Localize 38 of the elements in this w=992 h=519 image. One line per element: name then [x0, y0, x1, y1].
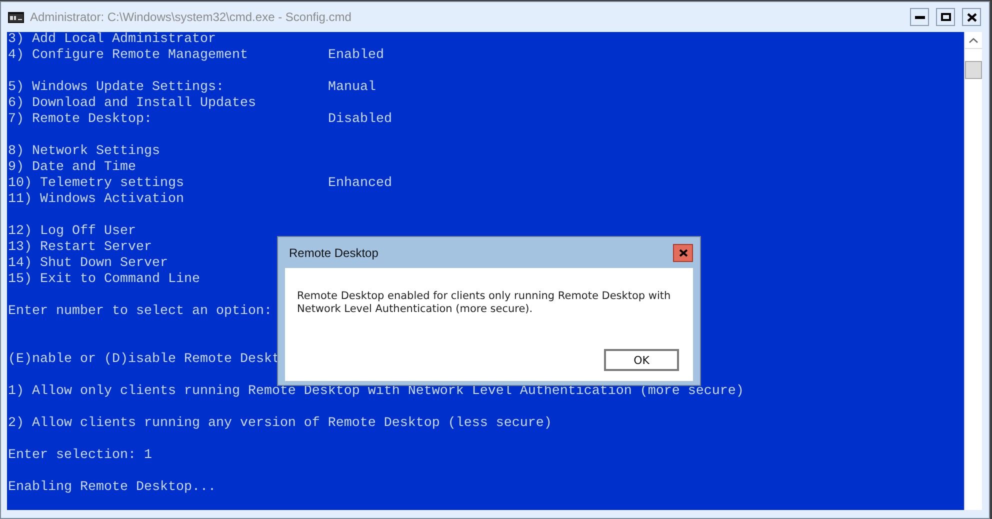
close-icon [966, 12, 976, 22]
console-line: 5) Windows Update Settings: [8, 80, 225, 96]
console-line: 10) Telemetry settings [8, 176, 185, 192]
console-line: (E)nable or (D)isable Remote Deskt [8, 352, 280, 368]
console-line: Enabling Remote Desktop... [8, 480, 216, 496]
window-title: Administrator: C:\Windows\system32\cmd.exe - Sconfig.cmd [30, 10, 352, 24]
maximize-button[interactable] [936, 8, 955, 26]
close-icon [678, 249, 688, 257]
minimize-icon [914, 16, 924, 18]
console-line: 3) Add Local Administrator [8, 32, 216, 48]
setting-value: Manual [328, 80, 376, 96]
console-line: 7) Remote Desktop: [8, 112, 153, 128]
console-line: 9) Date and Time [8, 160, 136, 176]
console-line: 15) Exit to Command Line [8, 272, 200, 288]
dialog-title: Remote Desktop [289, 246, 378, 260]
console-line: 8) Network Settings [8, 144, 160, 160]
console-line: 14) Shut Down Server [8, 256, 168, 272]
close-button[interactable] [673, 244, 693, 262]
maximize-icon [940, 13, 950, 21]
scroll-up-icon[interactable] [969, 38, 978, 42]
ok-button[interactable]: OK [604, 349, 679, 371]
console-line: 12) Log Off User [8, 224, 136, 240]
console-line: 11) Windows Activation [8, 192, 184, 208]
console-line: Enter number to select an option: [8, 304, 272, 320]
console-line: 2) Allow clients running any version of Remote Desktop (less secure) [8, 416, 552, 432]
setting-value: Disabled [328, 112, 392, 128]
console-line: 4) Configure Remote Management [8, 48, 249, 64]
minimize-button[interactable] [910, 8, 929, 26]
close-button[interactable] [962, 8, 981, 26]
setting-value: Enabled [328, 48, 384, 64]
console-line: 13) Restart Server [8, 240, 152, 256]
scrollbar[interactable] [964, 32, 982, 510]
scroll-thumb[interactable] [965, 61, 982, 79]
dialog-message: Remote Desktop enabled for clients only running Remote Desktop with Network Level Authentication (more secure). [297, 290, 672, 317]
console-line: Enter selection: 1 [8, 448, 152, 464]
setting-value: Enhanced [328, 176, 392, 192]
console-icon [8, 12, 24, 22]
console-line: 6) Download and Install Updates [8, 96, 256, 112]
